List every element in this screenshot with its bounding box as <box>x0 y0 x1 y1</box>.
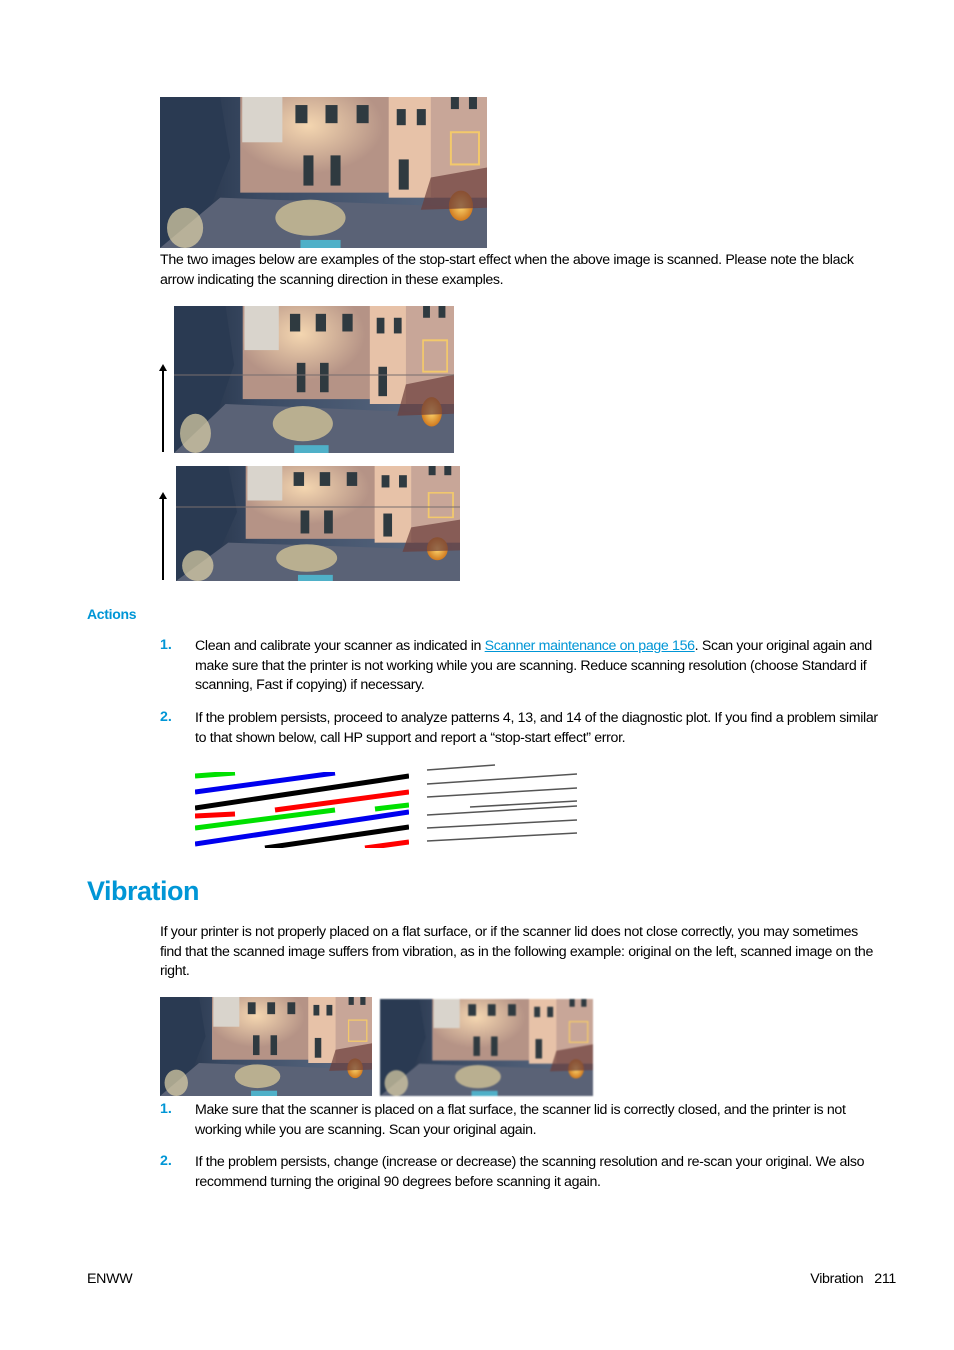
vibration-item-1-text: Make sure that the scanner is placed on … <box>195 1102 846 1138</box>
vibration-item-2-text: If the problem persists, change (increas… <box>195 1154 865 1190</box>
scan-direction-arrow-icon <box>159 364 167 452</box>
diagnostic-color-graphic <box>195 772 409 848</box>
actions-item-1-text-before: Clean and calibrate your scanner as indi… <box>195 638 485 654</box>
actions-item-2-number: 2. <box>160 709 172 725</box>
diagnostic-gray-pattern <box>425 764 577 848</box>
scanner-maintenance-link[interactable]: Scanner maintenance on page 156 <box>485 638 695 654</box>
vibration-heading: Vibration <box>87 876 200 906</box>
scan-example-1-graphic <box>174 306 454 453</box>
vibration-paragraph: If your printer is not properly placed o… <box>160 924 874 979</box>
scan-direction-arrow-icon <box>159 492 167 580</box>
vibration-original-photo <box>160 997 372 1096</box>
vibration-scanned-graphic <box>380 999 593 1096</box>
diagnostic-gray-graphic <box>426 764 577 842</box>
footer-right: Vibration 211 <box>810 1271 896 1287</box>
actions-item-1-number: 1. <box>160 637 172 653</box>
original-photo <box>160 97 487 248</box>
vibration-item-2-number: 2. <box>160 1153 172 1169</box>
scan-example-2-graphic <box>176 466 460 581</box>
original-photo-graphic <box>160 97 487 248</box>
page-number: 211 <box>874 1271 896 1287</box>
vibration-item-1-number: 1. <box>160 1101 172 1117</box>
stop-start-band <box>174 374 454 376</box>
intro-paragraph: The two images below are examples of the… <box>160 252 854 288</box>
actions-item-1-text: Clean and calibrate your scanner as indi… <box>195 637 885 696</box>
scan-example-1-photo <box>174 306 454 453</box>
stop-start-band <box>176 506 460 508</box>
actions-item-2-text: If the problem persists, proceed to anal… <box>195 710 878 746</box>
footer-left: ENWW <box>87 1271 133 1287</box>
vibration-original-graphic <box>160 997 372 1096</box>
actions-heading: Actions <box>87 606 137 622</box>
diagnostic-color-pattern <box>195 772 409 848</box>
vibration-scanned-photo <box>380 999 593 1096</box>
footer-section: Vibration <box>810 1271 864 1287</box>
scan-example-2-photo <box>176 466 460 581</box>
